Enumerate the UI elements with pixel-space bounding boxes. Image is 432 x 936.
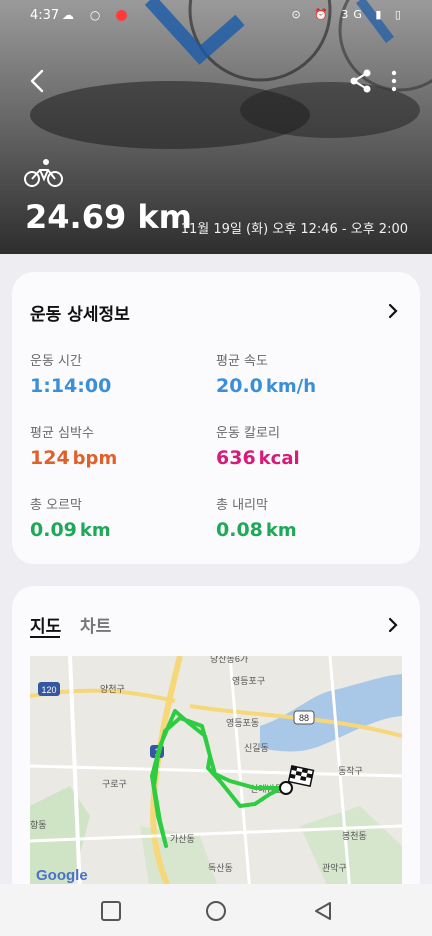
svg-text:양천구: 양천구 bbox=[100, 684, 125, 694]
metric-avg-speed: 평균 속도 20.0 km/h bbox=[216, 350, 396, 397]
map-canvas[interactable]: 120 88 1 당산동6가 양천구 영등포구 영등포동 신길동 구로구 신대방… bbox=[30, 656, 402, 892]
network-type: 3G bbox=[341, 8, 367, 21]
road-shield-120: 120 bbox=[38, 682, 60, 696]
svg-text:신길동: 신길동 bbox=[244, 743, 269, 753]
more-vert-icon[interactable] bbox=[386, 68, 402, 94]
map-card: 지도 차트 120 88 1 당산동6가 양천구 영등포구 영등포동 신길동 구… bbox=[12, 586, 420, 906]
google-logo: Google bbox=[36, 867, 88, 884]
tab-map[interactable]: 지도 bbox=[30, 612, 61, 637]
svg-text:가산동: 가산동 bbox=[170, 834, 195, 844]
system-icons: ⊙ ⏰ 3G ▮ ▯ bbox=[291, 8, 406, 21]
metric-value: 124 bpm bbox=[30, 447, 118, 469]
chevron-right-icon[interactable] bbox=[386, 616, 400, 634]
metric-label: 운동 시간 bbox=[30, 354, 82, 369]
svg-text:동작구: 동작구 bbox=[338, 766, 363, 776]
svg-text:88: 88 bbox=[299, 713, 309, 723]
metric-value: 0.08 km bbox=[216, 519, 297, 541]
hero-banner: 4:37 ☁ ○ ⊙ ⏰ 3G ▮ ▯ 24.69 km 11월 19일 (화)… bbox=[0, 0, 432, 254]
notification-icons: ☁ ○ bbox=[62, 8, 128, 22]
svg-text:항동: 항동 bbox=[30, 820, 47, 830]
back-arrow-icon[interactable] bbox=[24, 66, 52, 96]
svg-text:영등포구: 영등포구 bbox=[232, 676, 265, 686]
details-title: 운동 상세정보 bbox=[30, 305, 130, 325]
workout-details-card[interactable]: 운동 상세정보 운동 시간 1:14:00 평균 속도 20.0 km/h 평균 … bbox=[12, 272, 420, 564]
svg-text:영등포동: 영등포동 bbox=[226, 718, 259, 728]
metric-total-ascent: 총 오르막 0.09 km bbox=[30, 494, 210, 541]
metric-value: 0.09 km bbox=[30, 519, 111, 541]
metric-label: 운동 칼로리 bbox=[216, 426, 280, 441]
road-shield-88: 88 bbox=[293, 710, 315, 725]
route-map[interactable]: 120 88 1 당산동6가 양천구 영등포구 영등포동 신길동 구로구 신대방… bbox=[30, 656, 402, 892]
total-distance: 24.69 km bbox=[25, 198, 192, 236]
svg-text:관악구: 관악구 bbox=[322, 862, 347, 873]
active-tab-indicator bbox=[30, 636, 60, 638]
svg-text:독산동: 독산동 bbox=[208, 863, 233, 873]
metric-duration: 운동 시간 1:14:00 bbox=[30, 350, 210, 397]
metric-value: 636 kcal bbox=[216, 447, 300, 469]
metric-value: 20.0 km/h bbox=[216, 375, 317, 397]
svg-text:봉천동: 봉천동 bbox=[342, 831, 367, 841]
metric-total-descent: 총 내리막 0.08 km bbox=[216, 494, 396, 541]
recording-dot-icon bbox=[116, 10, 128, 21]
metric-label: 평균 심박수 bbox=[30, 426, 94, 441]
recent-apps-icon[interactable] bbox=[100, 900, 122, 922]
svg-text:구로구: 구로구 bbox=[102, 779, 127, 789]
metric-label: 총 오르막 bbox=[30, 498, 82, 513]
workout-datetime: 11월 19일 (화) 오후 12:46 - 오후 2:00 bbox=[180, 222, 408, 237]
status-time: 4:37 bbox=[30, 8, 60, 23]
home-icon[interactable] bbox=[205, 900, 227, 922]
system-nav-bar bbox=[0, 884, 432, 936]
metric-avg-heart-rate: 평균 심박수 124 bpm bbox=[30, 422, 210, 469]
status-bar: 4:37 ☁ ○ ⊙ ⏰ 3G ▮ ▯ bbox=[0, 0, 432, 32]
bicycle-icon bbox=[24, 159, 63, 187]
back-nav-icon[interactable] bbox=[312, 900, 334, 922]
metric-value: 1:14:00 bbox=[30, 375, 112, 397]
svg-text:120: 120 bbox=[41, 685, 56, 695]
chevron-right-icon[interactable] bbox=[386, 302, 400, 320]
metric-calories: 운동 칼로리 636 kcal bbox=[216, 422, 396, 469]
svg-text:당산동6가: 당산동6가 bbox=[210, 656, 248, 664]
tab-chart[interactable]: 차트 bbox=[80, 612, 111, 637]
metric-label: 평균 속도 bbox=[216, 354, 268, 369]
metric-label: 총 내리막 bbox=[216, 498, 268, 513]
share-icon[interactable] bbox=[348, 68, 374, 94]
